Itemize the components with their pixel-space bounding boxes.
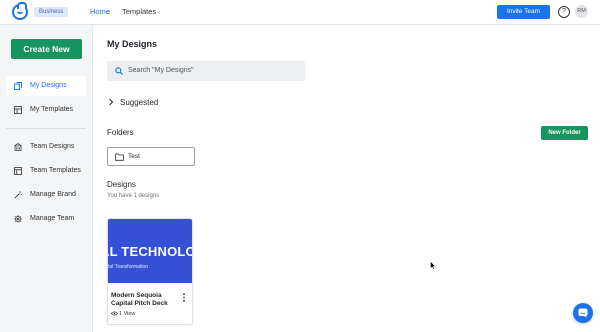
folder-name: Test	[128, 153, 140, 160]
sidebar: Create New My Designs My Templates Team …	[0, 25, 93, 332]
building-icon	[14, 143, 22, 151]
logo-icon[interactable]	[12, 2, 28, 20]
copy-icon	[14, 82, 22, 90]
designs-count: You have 1 designs	[107, 193, 160, 199]
new-folder-button[interactable]: New Folder	[541, 126, 588, 140]
search-placeholder: Search "My Designs"	[128, 67, 194, 74]
template-icon	[14, 106, 22, 114]
search-input[interactable]: Search "My Designs"	[107, 61, 305, 81]
sidebar-item-label: Team Designs	[30, 143, 75, 150]
gear-icon	[14, 215, 22, 223]
sidebar-item-my-designs[interactable]: My Designs	[6, 76, 86, 96]
avatar[interactable]: RM	[575, 5, 588, 18]
folder-card[interactable]: Test	[107, 147, 195, 166]
sidebar-item-manage-brand[interactable]: Manage Brand	[6, 185, 86, 205]
eye-icon	[111, 311, 118, 316]
mouse-cursor-icon	[430, 261, 436, 270]
top-bar: Business Home Templates Invite Team ? RM	[0, 0, 600, 25]
chat-button[interactable]	[573, 303, 593, 323]
design-card[interactable]: AL TECHNOLOG tal Transformation Modern S…	[107, 218, 193, 325]
suggested-toggle[interactable]: Suggested	[120, 98, 158, 107]
page-title: My Designs	[107, 39, 158, 49]
views-count: 1 View	[111, 311, 135, 317]
invite-team-button[interactable]: Invite Team	[497, 5, 550, 19]
sidebar-item-team-designs[interactable]: Team Designs	[6, 137, 86, 157]
create-new-button[interactable]: Create New	[11, 39, 82, 59]
thumbnail-subtitle: tal Transformation	[108, 264, 149, 270]
plan-badge: Business	[34, 7, 69, 17]
tab-templates[interactable]: Templates	[122, 7, 156, 16]
chat-icon	[578, 308, 588, 318]
sidebar-item-label: Manage Team	[30, 215, 75, 222]
sidebar-item-label: Manage Brand	[30, 191, 76, 198]
more-options-icon[interactable]	[182, 293, 186, 302]
sidebar-item-label: My Designs	[30, 82, 67, 89]
folders-heading: Folders	[107, 128, 134, 137]
design-name: Modern Sequoia Capital Pitch Deck	[111, 292, 168, 307]
designs-heading: Designs	[107, 180, 136, 189]
folder-icon	[115, 153, 124, 161]
sidebar-item-my-templates[interactable]: My Templates	[6, 100, 86, 120]
magic-wand-icon	[14, 191, 22, 199]
help-icon[interactable]: ?	[558, 6, 570, 18]
sidebar-item-team-templates[interactable]: Team Templates	[6, 161, 86, 181]
sidebar-item-manage-team[interactable]: Manage Team	[6, 209, 86, 229]
chevron-right-icon[interactable]	[107, 98, 115, 106]
sidebar-divider	[6, 128, 86, 129]
sidebar-item-label: Team Templates	[30, 167, 81, 174]
thumbnail-title: AL TECHNOLOG	[108, 244, 192, 259]
layout-icon	[14, 167, 22, 175]
search-icon	[115, 67, 123, 75]
views-label: 1 View	[119, 311, 136, 317]
tab-home[interactable]: Home	[90, 7, 110, 16]
sidebar-item-label: My Templates	[30, 106, 74, 113]
design-thumbnail[interactable]: AL TECHNOLOG tal Transformation	[108, 219, 192, 283]
